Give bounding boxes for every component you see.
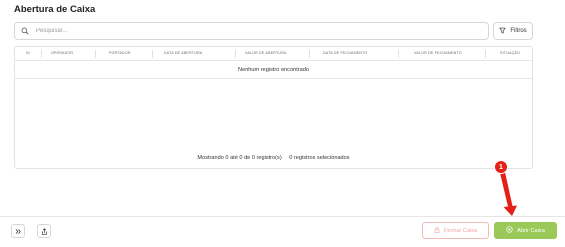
share-button[interactable] [37, 224, 51, 238]
step-badge: 1 [494, 160, 508, 174]
search-box[interactable] [14, 22, 489, 40]
column-header-situacao[interactable]: SITUAÇÃO [500, 51, 520, 55]
column-header-operador[interactable]: OPERADOR [51, 51, 73, 55]
page-title: Abertura de Caixa [14, 4, 96, 15]
pagination-info: Mostrando 0 até 0 de 0 registro(s) [197, 155, 282, 161]
column-header-valor-abertura[interactable]: VALOR DE ABERTURA [245, 51, 287, 55]
filter-icon [499, 27, 510, 36]
share-icon [41, 222, 48, 240]
column-header-id[interactable]: ID [26, 51, 30, 55]
column-header-valor-fechamento[interactable]: VALOR DE FECHAMENTO [414, 51, 462, 55]
open-cash-button[interactable]: Abrir Caixa [494, 222, 557, 239]
lock-icon [434, 226, 444, 235]
close-cash-button[interactable]: Fechar Caixa [422, 222, 489, 239]
table-header: ID OPERADOR PORTADOR DATA DE ABERTURA VA… [15, 47, 532, 61]
column-header-data-fechamento[interactable]: DATA DE FECHAMENTO [323, 51, 368, 55]
plus-circle-icon [506, 226, 517, 235]
expand-button[interactable] [11, 224, 25, 238]
filters-button[interactable]: Filtros [493, 22, 533, 40]
column-header-portador[interactable]: PORTADOR [109, 51, 131, 55]
bottom-divider [0, 216, 565, 217]
search-icon [21, 22, 29, 40]
selection-count: 0 registros selecionados [289, 155, 350, 161]
double-chevron-icon [15, 222, 22, 240]
filters-label: Filtros [510, 28, 527, 34]
empty-message: Nenhum registro encontrado [15, 61, 532, 79]
records-table: ID OPERADOR PORTADOR DATA DE ABERTURA VA… [14, 46, 533, 169]
table-footer: Mostrando 0 até 0 de 0 registro(s) 0 reg… [15, 155, 532, 161]
search-input[interactable] [36, 28, 476, 34]
close-cash-label: Fechar Caixa [443, 227, 478, 234]
column-header-data-abertura[interactable]: DATA DE ABERTURA [164, 51, 202, 55]
open-cash-label: Abrir Caixa [517, 227, 545, 234]
